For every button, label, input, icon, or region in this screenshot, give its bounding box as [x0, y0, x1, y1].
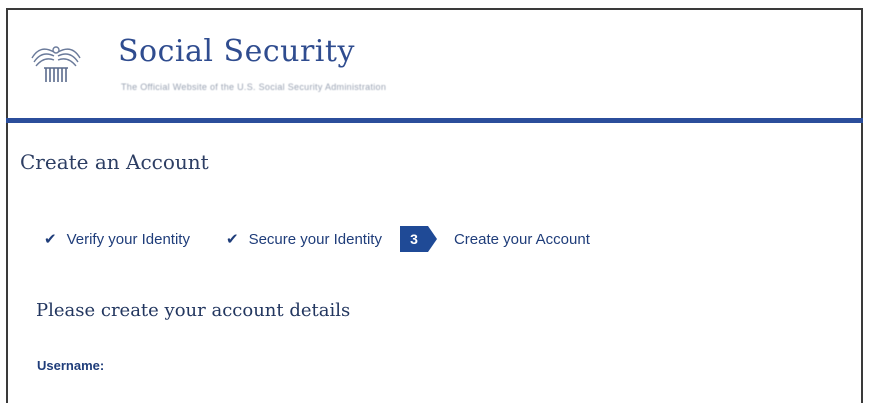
step-label: Secure your Identity	[248, 230, 382, 248]
check-icon: ✔	[44, 231, 57, 248]
step-number-badge: 3	[399, 226, 437, 252]
page-frame: Social Security The Official Website of …	[6, 8, 863, 403]
site-header: Social Security The Official Website of …	[8, 10, 861, 118]
step-label: Create your Account	[453, 230, 590, 248]
header-divider	[6, 118, 863, 123]
step-create-account: 3 Create your Account	[399, 226, 590, 252]
step-verify-identity: ✔ Verify your Identity	[44, 230, 190, 249]
form-section-heading: Please create your account details	[36, 300, 351, 321]
step-secure-identity: ✔ Secure your Identity	[225, 230, 382, 249]
step-label: Verify your Identity	[66, 230, 190, 248]
page-title: Create an Account	[20, 150, 209, 174]
check-icon: ✔	[225, 231, 239, 248]
eagle-seal-icon	[31, 46, 81, 82]
brand-title[interactable]: Social Security	[118, 34, 355, 69]
username-label: Username:	[37, 358, 105, 373]
brand-subtitle: The Official Website of the U.S. Social …	[121, 82, 387, 92]
progress-steps: ✔ Verify your Identity ✔ Secure your Ide…	[44, 226, 590, 252]
